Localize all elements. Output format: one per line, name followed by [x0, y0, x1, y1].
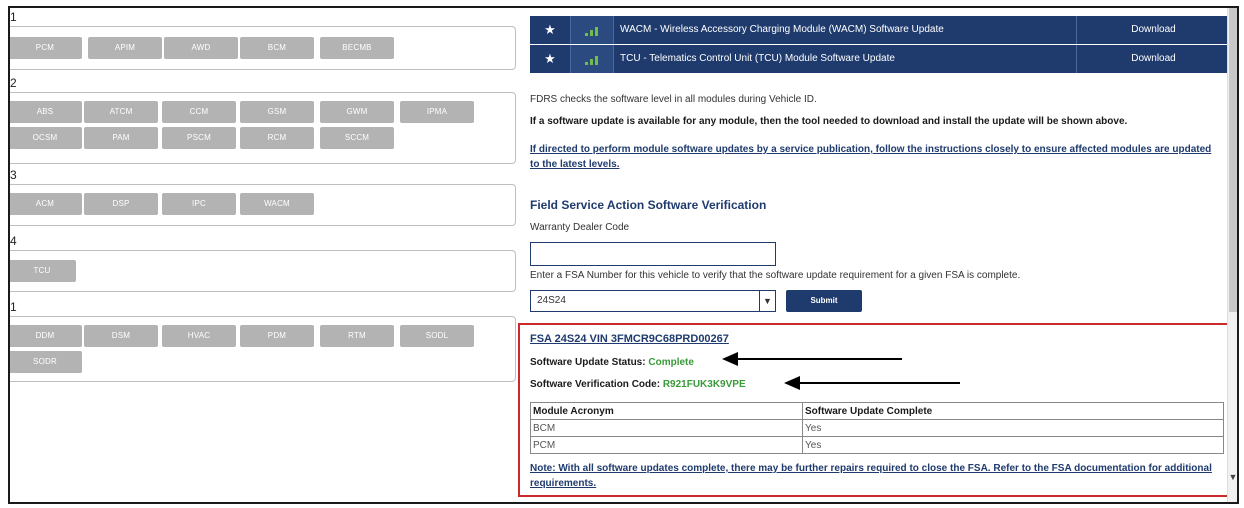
module-button[interactable]: PCM [10, 37, 82, 59]
group-label: 3 [10, 168, 17, 182]
module-group: DDM DSM HVAC PDM RTM SODL SODR [10, 316, 516, 382]
module-button[interactable]: ACM [10, 193, 82, 215]
info-text-bold: If a software update is available for an… [530, 116, 1128, 127]
module-group: PCM APIM AWD BCM BECMB [10, 26, 516, 70]
download-title: TCU - Telematics Control Unit (TCU) Modu… [620, 53, 895, 64]
status-line: Software Update Status: Complete [530, 357, 694, 368]
table-header-row: Module Acronym Software Update Complete [530, 402, 1224, 420]
submit-button[interactable]: Submit [786, 290, 862, 312]
status-label: Software Update Status: [530, 357, 646, 368]
dealer-code-label: Warranty Dealer Code [530, 222, 630, 233]
info-text: FDRS checks the software level in all mo… [530, 94, 817, 105]
module-button[interactable]: CCM [162, 101, 236, 123]
app-frame: 1 PCM APIM AWD BCM BECMB 2 ABS ATCM CCM … [8, 6, 1239, 504]
code-line: Software Verification Code: R921FUK3K9VP… [530, 379, 746, 390]
module-button[interactable]: BCM [240, 37, 314, 59]
signal-icon [570, 45, 614, 73]
verification-result: FSA 24S24 VIN 3FMCR9C68PRD00267 Software… [518, 323, 1236, 497]
module-group: ACM DSP IPC WACM [10, 184, 516, 226]
group-label: 2 [10, 76, 17, 90]
module-table: Module Acronym Software Update Complete … [530, 402, 1224, 454]
module-button[interactable]: ATCM [84, 101, 158, 123]
star-icon[interactable]: ★ [530, 16, 570, 44]
table-cell: BCM [530, 419, 803, 437]
module-button[interactable]: RTM [320, 325, 394, 347]
module-button[interactable]: GSM [240, 101, 314, 123]
module-panel: 1 PCM APIM AWD BCM BECMB 2 ABS ATCM CCM … [10, 8, 522, 502]
module-button[interactable]: SODL [400, 325, 474, 347]
module-button[interactable]: WACM [240, 193, 314, 215]
module-button[interactable]: PDM [240, 325, 314, 347]
module-button[interactable]: GWM [320, 101, 394, 123]
table-header: Software Update Complete [802, 402, 1224, 420]
code-label: Software Verification Code: [530, 379, 661, 390]
status-value: Complete [648, 357, 694, 368]
section-title: Field Service Action Software Verificati… [530, 198, 767, 212]
group-label: 4 [10, 234, 17, 248]
module-button[interactable]: AWD [164, 37, 238, 59]
star-icon[interactable]: ★ [530, 45, 570, 73]
module-button[interactable]: PSCM [162, 127, 236, 149]
fsa-instruction: Enter a FSA Number for this vehicle to v… [530, 270, 1021, 281]
download-row: ★ TCU - Telematics Control Unit (TCU) Mo… [530, 45, 1230, 73]
annotation-arrow-line [798, 382, 960, 384]
table-cell: Yes [802, 436, 1224, 454]
download-title: WACM - Wireless Accessory Charging Modul… [620, 24, 944, 35]
module-button[interactable]: BECMB [320, 37, 394, 59]
annotation-arrow-line [736, 358, 902, 360]
module-button[interactable]: DSP [84, 193, 158, 215]
module-button[interactable]: PAM [84, 127, 158, 149]
table-row: BCM Yes [530, 419, 1224, 437]
download-row: ★ WACM - Wireless Accessory Charging Mod… [530, 16, 1230, 44]
module-button[interactable]: SODR [10, 351, 82, 373]
module-button[interactable]: SCCM [320, 127, 394, 149]
dealer-code-input[interactable] [530, 242, 776, 266]
module-button[interactable]: TCU [10, 260, 76, 282]
module-group: ABS ATCM CCM GSM GWM IPMA OCSM PAM PSCM … [10, 92, 516, 164]
module-button[interactable]: HVAC [162, 325, 236, 347]
table-row: PCM Yes [530, 436, 1224, 454]
table-cell: PCM [530, 436, 803, 454]
scrollbar-thumb[interactable] [1229, 8, 1237, 312]
fsa-select[interactable]: 24S24 ▼ [530, 290, 776, 312]
chevron-down-icon[interactable]: ▼ [1228, 472, 1237, 482]
module-button[interactable]: OCSM [10, 127, 82, 149]
fsa-select-value: 24S24 [537, 295, 566, 306]
module-button[interactable]: DSM [84, 325, 158, 347]
module-button[interactable]: RCM [240, 127, 314, 149]
module-group: TCU [10, 250, 516, 292]
table-cell: Yes [802, 419, 1224, 437]
module-button[interactable]: ABS [10, 101, 82, 123]
module-button[interactable]: DDM [10, 325, 82, 347]
result-note[interactable]: Note: With all software updates complete… [530, 461, 1220, 491]
signal-icon [570, 16, 614, 44]
result-title: FSA 24S24 VIN 3FMCR9C68PRD00267 [530, 333, 729, 345]
group-label: 1 [10, 300, 17, 314]
group-label: 1 [10, 10, 17, 24]
module-button[interactable]: IPC [162, 193, 236, 215]
module-button[interactable]: IPMA [400, 101, 474, 123]
download-link[interactable]: Download [1076, 45, 1230, 73]
module-button[interactable]: APIM [88, 37, 162, 59]
chevron-down-icon[interactable]: ▼ [759, 291, 775, 311]
info-link[interactable]: If directed to perform module software u… [530, 142, 1222, 172]
content-panel: ★ WACM - Wireless Accessory Charging Mod… [518, 8, 1236, 502]
code-value: R921FUK3K9VPE [662, 379, 746, 390]
scrollbar[interactable]: ▼ [1227, 8, 1237, 502]
table-header: Module Acronym [530, 402, 803, 420]
download-link[interactable]: Download [1076, 16, 1230, 44]
